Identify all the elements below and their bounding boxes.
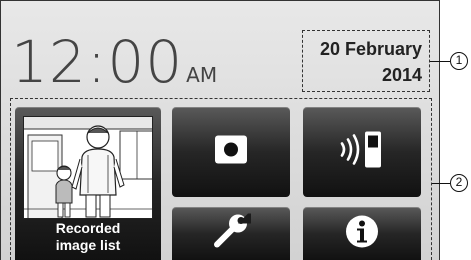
wrench-icon (211, 210, 251, 254)
clock-display: 12:00 AM (11, 23, 217, 93)
recorded-label-line2: image list (55, 237, 121, 253)
info-icon (345, 214, 379, 253)
clock-period: AM (186, 63, 218, 87)
callout-1-leader (430, 61, 450, 62)
record-button[interactable] (172, 107, 290, 197)
info-button[interactable] (303, 207, 421, 260)
scene-thumbnail-icon (23, 116, 153, 219)
clock-time: 12:00 (11, 28, 184, 96)
recorded-label-line1: Recorded (55, 220, 121, 236)
intercom-button[interactable] (303, 107, 421, 197)
intercom-handset-icon (336, 130, 388, 175)
date-year: 2014 (381, 65, 422, 85)
callout-2-leader (432, 183, 450, 184)
record-icon (214, 135, 248, 170)
date-display: 20 February 2014 (302, 30, 430, 92)
recorded-image-list-button[interactable]: Recorded image list (15, 107, 161, 260)
date-day-month: 20 February (319, 39, 422, 59)
callout-2: 2 (450, 174, 468, 192)
settings-button[interactable] (172, 207, 290, 260)
callout-1: 1 (450, 52, 468, 70)
